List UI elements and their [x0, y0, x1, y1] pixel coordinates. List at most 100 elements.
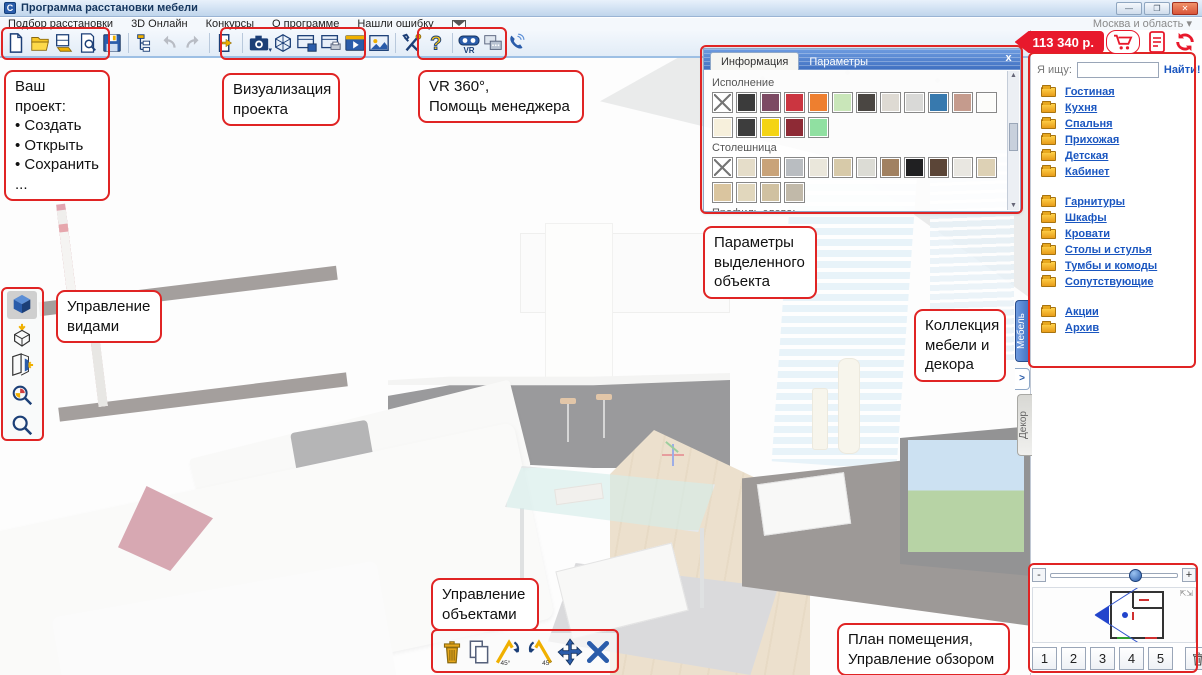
new-project-button[interactable]	[4, 31, 28, 55]
sidebar-item-Архив[interactable]: Архив	[1041, 320, 1157, 336]
material-swatch[interactable]	[880, 157, 901, 178]
open-project-button[interactable]	[28, 31, 52, 55]
copy-object-button[interactable]	[466, 638, 492, 666]
sidebar-item-Столы и стулья[interactable]: Столы и стулья	[1041, 242, 1157, 258]
cart-button[interactable]	[1106, 30, 1140, 54]
sidebar-item-Спальня[interactable]: Спальня	[1041, 116, 1157, 132]
material-swatch[interactable]	[736, 182, 757, 203]
search-button[interactable]: Найти!	[1164, 64, 1201, 76]
material-swatch[interactable]	[832, 92, 853, 113]
material-swatch[interactable]	[760, 117, 781, 138]
snapshot-button[interactable]: ▾	[247, 31, 271, 55]
material-swatch[interactable]	[712, 92, 733, 113]
sidebar-item-Шкафы[interactable]: Шкафы	[1041, 210, 1157, 226]
image-export-button[interactable]	[367, 31, 391, 55]
camera-preset-2[interactable]: 2	[1061, 647, 1086, 670]
view-3d-button[interactable]	[7, 291, 37, 319]
sidebar-item-Тумбы и комоды[interactable]: Тумбы и комоды	[1041, 258, 1157, 274]
camera-preset-1[interactable]: 1	[1032, 647, 1057, 670]
manager-chat-button[interactable]	[481, 31, 505, 55]
minimize-button[interactable]: —	[1116, 2, 1142, 15]
zoom-slider-knob[interactable]	[1129, 569, 1142, 582]
material-swatch[interactable]	[904, 157, 925, 178]
camera-preset-4[interactable]: 4	[1119, 647, 1144, 670]
tab-decor[interactable]: Декор	[1017, 394, 1032, 456]
material-swatch[interactable]	[952, 157, 973, 178]
menu-item[interactable]: 3D Онлайн	[131, 18, 188, 30]
help-button[interactable]: ?	[424, 31, 448, 55]
material-swatch[interactable]	[712, 117, 733, 138]
material-swatch[interactable]	[976, 157, 997, 178]
material-swatch[interactable]	[760, 92, 781, 113]
sidebar-item-Акции[interactable]: Акции	[1041, 304, 1157, 320]
material-swatch[interactable]	[808, 117, 829, 138]
close-button[interactable]: ✕	[1172, 2, 1198, 15]
call-manager-button[interactable]	[505, 31, 529, 55]
region-selector[interactable]: Москва и область ▾	[1093, 17, 1192, 30]
floor-plan-minimap[interactable]: ⇱⇲	[1032, 587, 1196, 643]
material-swatch[interactable]	[880, 92, 901, 113]
mail-icon[interactable]	[452, 20, 466, 29]
zoom-slider[interactable]	[1050, 573, 1178, 578]
material-swatch[interactable]	[856, 157, 877, 178]
material-swatch[interactable]	[928, 92, 949, 113]
material-swatch[interactable]	[808, 157, 829, 178]
order-document-button[interactable]	[1148, 31, 1166, 53]
sidebar-item-Гарнитуры[interactable]: Гарнитуры	[1041, 194, 1157, 210]
sidebar-collapse-button[interactable]: >	[1015, 368, 1030, 390]
panel-close-icon[interactable]: x	[1002, 52, 1015, 65]
save-view-button[interactable]	[295, 31, 319, 55]
sidebar-item-Гостиная[interactable]: Гостиная	[1041, 84, 1157, 100]
rotate-left-45-button[interactable]: 45°	[493, 638, 523, 666]
sidebar-item-Прихожая[interactable]: Прихожая	[1041, 132, 1157, 148]
restore-button[interactable]: ❐	[1144, 2, 1170, 15]
material-swatch[interactable]	[784, 117, 805, 138]
undo-button[interactable]	[157, 31, 181, 55]
zoom-selection-button[interactable]	[7, 381, 37, 409]
project-structure-button[interactable]	[133, 31, 157, 55]
sidebar-item-Кровати[interactable]: Кровати	[1041, 226, 1157, 242]
delete-object-button[interactable]	[439, 638, 465, 666]
camera-preset-3[interactable]: 3	[1090, 647, 1115, 670]
print-view-button[interactable]	[319, 31, 343, 55]
sidebar-item-Кабинет[interactable]: Кабинет	[1041, 164, 1157, 180]
redo-button[interactable]	[181, 31, 205, 55]
zoom-out-button[interactable]: -	[1032, 568, 1046, 582]
exit-button[interactable]	[214, 31, 238, 55]
scrollbar-thumb[interactable]	[1009, 123, 1018, 151]
menu-item[interactable]: Нашли ошибку	[357, 18, 433, 30]
menu-item[interactable]: О программе	[272, 18, 339, 30]
view-front-button[interactable]	[7, 351, 37, 379]
video-button[interactable]	[343, 31, 367, 55]
material-swatch[interactable]	[784, 182, 805, 203]
material-swatch[interactable]	[760, 157, 781, 178]
tab-information[interactable]: Информация	[710, 52, 799, 70]
material-swatch[interactable]	[736, 117, 757, 138]
menu-item[interactable]: Подбор расстановки	[8, 18, 113, 30]
load-arrangement-button[interactable]	[52, 31, 76, 55]
refresh-button[interactable]	[1174, 31, 1196, 53]
material-swatch[interactable]	[736, 92, 757, 113]
material-swatch[interactable]	[832, 157, 853, 178]
save-project-button[interactable]	[100, 31, 124, 55]
material-swatch[interactable]	[904, 92, 925, 113]
material-swatch[interactable]	[976, 92, 997, 113]
material-swatch[interactable]	[784, 92, 805, 113]
sidebar-item-Детская[interactable]: Детская	[1041, 148, 1157, 164]
material-swatch[interactable]	[784, 157, 805, 178]
rotate-3d-view-button[interactable]	[271, 31, 295, 55]
settings-button[interactable]	[400, 31, 424, 55]
camera-preset-5[interactable]: 5	[1148, 647, 1173, 670]
materials-panel-header[interactable]: Информация Параметры x	[704, 49, 1020, 70]
tab-parameters[interactable]: Параметры	[799, 53, 878, 70]
material-swatch[interactable]	[712, 182, 733, 203]
material-swatch[interactable]	[736, 157, 757, 178]
sidebar-item-Сопутствующие[interactable]: Сопутствующие	[1041, 274, 1157, 290]
menu-item[interactable]: Конкурсы	[206, 18, 254, 30]
rotate-right-45-button[interactable]: 45°	[525, 638, 555, 666]
material-swatch[interactable]	[928, 157, 949, 178]
material-swatch[interactable]	[760, 182, 781, 203]
material-swatch[interactable]	[808, 92, 829, 113]
cancel-selection-button[interactable]	[585, 639, 611, 665]
move-object-button[interactable]	[556, 638, 584, 666]
